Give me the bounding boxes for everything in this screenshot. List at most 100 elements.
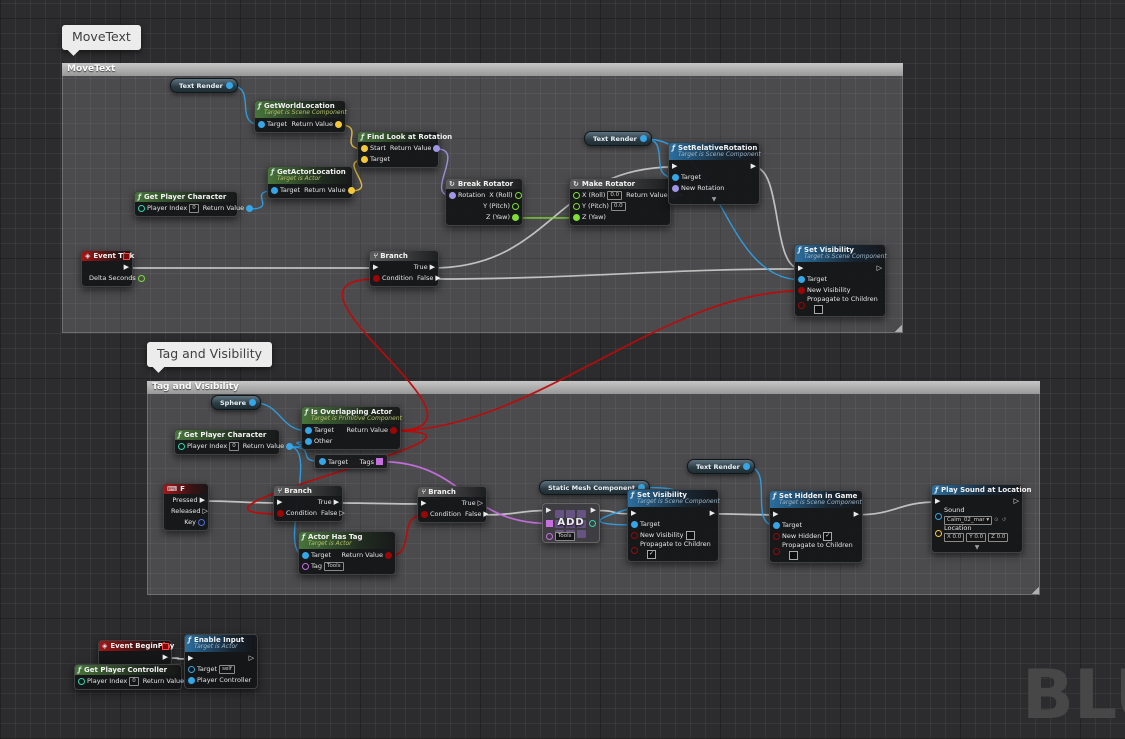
return-value-pin[interactable] — [348, 187, 355, 194]
player-index-pin[interactable] — [138, 205, 145, 212]
node-branch0[interactable]: ⑂Branch▶True▶ConditionFalse▶ — [369, 250, 439, 287]
node-getplayerchar1[interactable]: ƒGet Player CharacterPlayer Index0Return… — [134, 191, 238, 217]
execin-pin[interactable]: ▶ — [188, 655, 193, 662]
node-enableinput[interactable]: ƒEnable InputTarget is Actor▶▷Targetself… — [184, 634, 258, 689]
node-addnode[interactable]: ADD▶▶Tools — [542, 503, 600, 543]
asset-browse-icons[interactable]: ⊙ ↺ — [994, 518, 1007, 524]
node-setrelrot[interactable]: ƒSetRelativeRotationTarget is Scene Comp… — [668, 142, 760, 205]
node-branch1[interactable]: ⑂Branch▶True▶ConditionFalse▷ — [273, 485, 343, 522]
sound-pin[interactable] — [935, 513, 942, 520]
indexout-pin[interactable] — [589, 520, 596, 527]
other-pin[interactable] — [305, 438, 312, 445]
node-eventtick[interactable]: ◈Event Tick▶Delta Seconds — [81, 250, 133, 287]
execin-pin[interactable]: ▶ — [421, 500, 426, 507]
value-field[interactable]: 0 — [229, 442, 239, 451]
player-index-pin[interactable] — [178, 443, 185, 450]
return-value-pin[interactable] — [246, 205, 253, 212]
out-pin[interactable] — [226, 82, 233, 89]
pressed-pin[interactable]: ▶ — [200, 497, 205, 504]
player-index-pin[interactable] — [78, 678, 85, 685]
tags-pin[interactable] — [376, 458, 383, 465]
x-roll-pin[interactable] — [573, 192, 580, 199]
condition-pin[interactable] — [277, 510, 284, 517]
node-breakrotator[interactable]: ↻Break RotatorRotationX (Roll)Y (Pitch)Z… — [445, 178, 523, 226]
value-field[interactable]: 0.0 — [607, 191, 622, 200]
checkbox-unchecked[interactable] — [814, 305, 823, 314]
released-pin[interactable]: ▷ — [203, 508, 208, 515]
execout-pin[interactable]: ▶ — [591, 507, 596, 514]
target-pin[interactable] — [798, 276, 805, 283]
location-pin[interactable] — [935, 530, 942, 537]
propagate-to-children-pin[interactable] — [773, 548, 780, 555]
true-pin[interactable]: ▶ — [334, 499, 339, 506]
return-value-pin[interactable] — [385, 552, 392, 559]
true-pin[interactable]: ▶ — [430, 264, 435, 271]
target-pin[interactable] — [302, 552, 309, 559]
node-getplayerchar2[interactable]: ƒGet Player CharacterPlayer Index0Return… — [174, 429, 280, 455]
value-field[interactable]: X 0.0 — [944, 533, 964, 542]
arrayin-pin[interactable] — [546, 520, 553, 527]
node-actorhastag[interactable]: ƒActor Has TagTarget is ActorTargetRetur… — [298, 531, 396, 575]
execin-pin[interactable]: ▶ — [546, 507, 551, 514]
value-field[interactable]: Tools — [555, 532, 575, 541]
out-pin[interactable] — [249, 399, 256, 406]
node-tagsmini[interactable]: TargetTags — [314, 454, 388, 469]
node-textrender2[interactable]: Text Render — [584, 131, 652, 146]
node-branch2[interactable]: ⑂Branch▶True▷ConditionFalse▶ — [417, 486, 487, 523]
delegate-pin[interactable] — [123, 253, 130, 260]
value-field[interactable]: Tools — [324, 562, 344, 571]
return-value-pin[interactable] — [433, 145, 440, 152]
execout-pin[interactable]: ▶ — [751, 163, 756, 170]
false-pin[interactable]: ▶ — [435, 275, 440, 282]
execout-pin[interactable]: ▶ — [124, 264, 129, 271]
value-field[interactable]: Z 0.0 — [988, 533, 1008, 542]
value-field[interactable]: 0 — [189, 204, 199, 213]
tag-pin[interactable] — [302, 563, 309, 570]
node-getactorlocation[interactable]: ƒGetActorLocationTarget is ActorTargetRe… — [267, 166, 353, 199]
new-rotation-pin[interactable] — [672, 185, 679, 192]
propagate-to-children-pin[interactable] — [798, 302, 805, 309]
blueprint-graph-canvas[interactable]: BLU MoveTextMoveTextTag and VisibilityTa… — [0, 0, 1125, 739]
target-pin[interactable] — [773, 522, 780, 529]
checkbox-checked[interactable]: ✓ — [647, 550, 656, 559]
execin-pin[interactable]: ▶ — [672, 163, 677, 170]
execout-pin[interactable]: ▶ — [163, 654, 168, 661]
execin-pin[interactable]: ▶ — [773, 511, 778, 518]
execin-pin[interactable]: ▶ — [277, 499, 282, 506]
target-pin[interactable] — [271, 187, 278, 194]
node-isoverlap[interactable]: ƒIs Overlapping ActorTarget is Primitive… — [301, 406, 401, 450]
checkbox-unchecked[interactable] — [686, 531, 695, 540]
false-pin[interactable]: ▶ — [483, 511, 488, 518]
node-findlook[interactable]: ƒFind Look at RotationStartReturn ValueT… — [357, 131, 439, 168]
z-yaw-pin[interactable] — [512, 214, 519, 221]
node-playsound[interactable]: ƒPlay Sound at Location▶▷SoundCalm_02_ma… — [931, 484, 1023, 553]
z-yaw-pin[interactable] — [573, 214, 580, 221]
node-sphere[interactable]: Sphere — [211, 395, 261, 410]
node-textrender3[interactable]: Text Render — [687, 459, 755, 474]
value-field[interactable]: 0 — [129, 677, 139, 686]
value-field[interactable]: Y 0.0 — [966, 533, 986, 542]
execout-pin[interactable]: ▷ — [1014, 498, 1019, 505]
target-pin[interactable] — [258, 121, 265, 128]
node-textrender1[interactable]: Text Render — [170, 78, 238, 93]
collapse-arrow[interactable]: ▼ — [669, 196, 759, 204]
target-pin[interactable] — [631, 521, 638, 528]
execin-pin[interactable]: ▶ — [631, 510, 636, 517]
node-sethidden[interactable]: ƒSet Hidden in GameTarget is Scene Compo… — [769, 490, 863, 563]
node-makerotator[interactable]: ↻Make RotatorX (Roll)0.0Return ValueY (P… — [569, 178, 671, 226]
execin-pin[interactable]: ▶ — [798, 265, 803, 272]
target-pin[interactable] — [361, 156, 368, 163]
new-visibility-pin[interactable] — [631, 532, 638, 539]
value-field[interactable]: self — [219, 665, 235, 674]
return-value-pin[interactable] — [335, 121, 342, 128]
y-pitch-pin[interactable] — [573, 203, 580, 210]
node-fkey[interactable]: ⌨FPressed▶Released▷Key — [163, 483, 209, 531]
value-field[interactable]: 0.0 — [611, 202, 626, 211]
new-visibility-pin[interactable] — [798, 287, 805, 294]
node-getplayercontroller[interactable]: ƒGet Player ControllerPlayer Index0Retur… — [74, 664, 182, 690]
out-pin[interactable] — [743, 463, 750, 470]
checkbox-unchecked[interactable] — [789, 551, 798, 560]
rotation-pin[interactable] — [449, 192, 456, 199]
node-beginplay[interactable]: ◈Event BeginPlay▶ — [98, 640, 172, 666]
true-pin[interactable]: ▷ — [478, 500, 483, 507]
